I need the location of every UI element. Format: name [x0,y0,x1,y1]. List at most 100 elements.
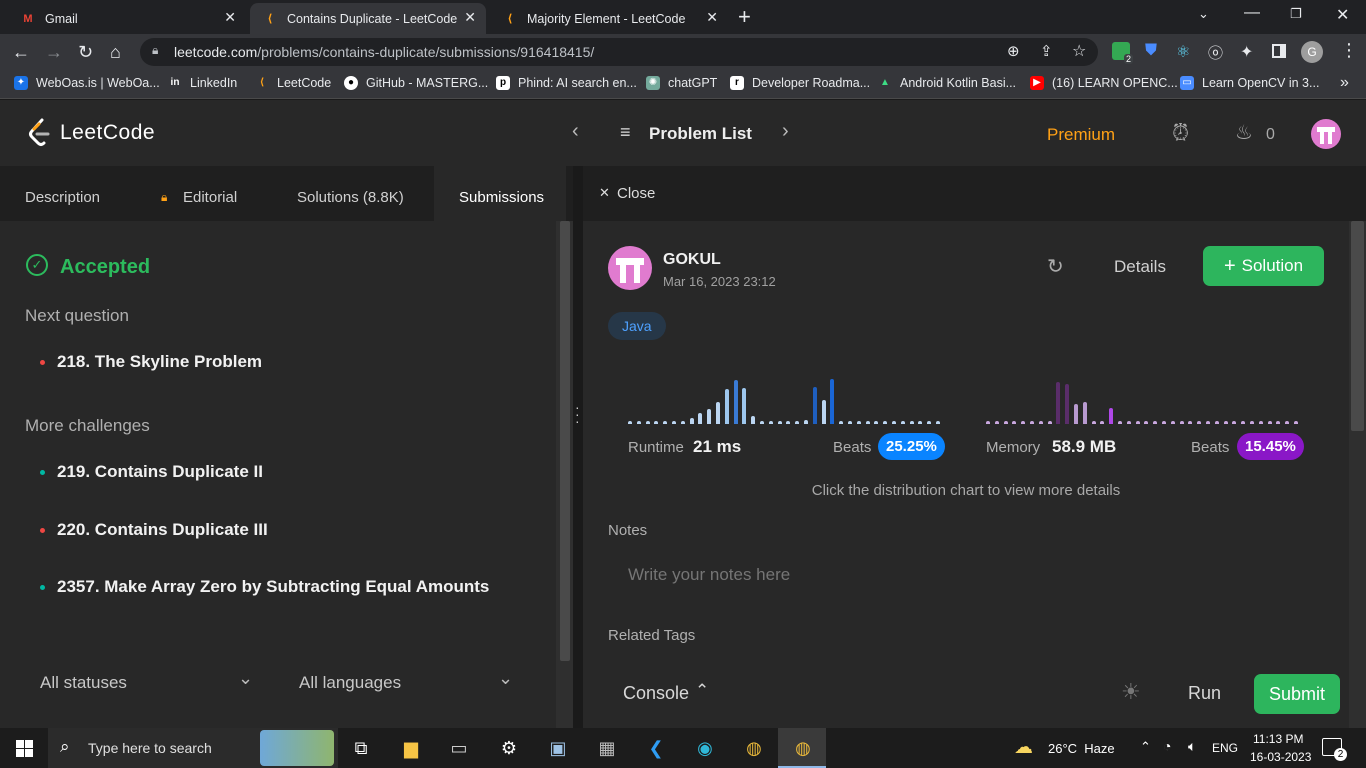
run-button[interactable]: Run [1188,683,1221,704]
challenge-item[interactable]: 2357. Make Array Zero by Subtracting Equ… [40,577,489,597]
details-link[interactable]: Details [1114,257,1166,277]
task-view-icon[interactable]: ⧉ [348,736,374,760]
tray-chevron-icon[interactable]: ⌃ [1140,739,1151,755]
bookmark-roadmap[interactable]: r Developer Roadma... [730,76,870,90]
list-icon[interactable]: ≡ [620,122,631,143]
share-link-icon[interactable]: ↻ [1047,254,1064,279]
puzzle-icon[interactable]: ✦ [1240,42,1253,62]
vpn-extension-icon[interactable]: ⛊ [1145,42,1157,60]
bookmark-linkedin[interactable]: in LinkedIn [168,76,238,90]
tab-search-icon[interactable]: ⌄ [1198,6,1209,22]
taskbar-search-box[interactable]: ⌕ Type here to search [48,728,338,768]
back-icon[interactable]: ← [12,42,30,62]
challenge-item[interactable]: 220. Contains Duplicate III [40,520,268,540]
profile-avatar[interactable]: G [1301,41,1323,63]
tab-solutions[interactable]: Solutions (8.8K) [297,166,404,221]
file-explorer-icon[interactable]: ▆ [398,736,424,760]
close-button[interactable]: Close [617,185,655,202]
weather-icon[interactable]: ☁ [1014,736,1033,759]
logo-text[interactable]: LeetCode [60,121,155,145]
bookmark-weboasis[interactable]: ✦ WebOas.is | WebOa... [14,76,160,90]
bookmark-github[interactable]: ● GitHub - MASTERG... [344,76,488,90]
panel-resizer[interactable]: · · · [573,166,583,728]
bookmarks-more[interactable]: » [1340,74,1349,92]
windows-start-icon[interactable] [16,740,33,757]
prev-problem-icon[interactable]: ‹ [572,120,579,143]
owl-extension-icon[interactable]: ⓞ [1208,42,1223,63]
zoom-icon[interactable]: ⊕ [1007,42,1020,60]
leetcode-logo-icon[interactable] [28,118,52,148]
chevron-down-icon[interactable]: ⌄ [238,668,253,689]
chevron-down-icon[interactable]: ⌄ [498,668,513,689]
language-indicator[interactable]: ENG [1212,741,1238,755]
user-avatar[interactable] [608,246,652,290]
user-avatar[interactable] [1311,119,1341,149]
volume-icon[interactable]: 🔈︎ [1188,738,1196,755]
tab-gmail[interactable]: M Gmail ✕ [8,3,246,34]
bookmark-chatgpt[interactable]: ✺ chatGPT [646,76,717,90]
close-tab-icon[interactable]: ✕ [464,9,476,26]
notes-input[interactable] [608,555,1324,595]
problem-list-link[interactable]: Problem List [649,124,752,144]
console-toggle[interactable]: Console [623,683,689,704]
runtime-distribution-chart[interactable] [628,376,948,424]
wifi-icon[interactable]: ◔ [1163,738,1171,754]
language-tag[interactable]: Java [608,312,666,340]
tab-majority-element[interactable]: ⟨ Majority Element - LeetCode ✕ [490,3,728,34]
right-scrollbar[interactable] [1349,221,1366,728]
close-tab-icon[interactable]: ✕ [706,9,718,26]
bookmarks-bar: ✦ WebOas.is | WebOa... in LinkedIn ⟨ LeetCo… [0,70,1366,99]
solution-button[interactable]: + Solution [1203,246,1324,286]
edge-icon[interactable]: ◉ [692,736,718,760]
alarm-clock-icon[interactable]: ⏰︎ [1172,120,1189,146]
bookmark-android[interactable]: ▲ Android Kotlin Basi... [878,76,1016,90]
vscode-icon[interactable]: ❮ [643,736,669,760]
tab-description[interactable]: Description [25,166,100,221]
tab-contains-duplicate[interactable]: ⟨ Contains Duplicate - LeetCode ✕ [250,3,486,34]
sidepanel-icon[interactable] [1272,44,1286,58]
tab-submissions[interactable]: Submissions [434,166,566,221]
weather-text[interactable]: 26°C Haze [1048,741,1115,756]
status-filter-dropdown[interactable]: All statuses [40,673,127,693]
clock-date[interactable]: 16-03-2023 [1250,750,1311,764]
menu-dots-icon[interactable]: ⋮ [1340,40,1358,61]
restore-icon[interactable]: ❐ [1290,6,1302,22]
next-question-item[interactable]: 218. The Skyline Problem [40,352,262,372]
forward-icon[interactable]: → [45,42,63,62]
remote-desktop-icon[interactable]: ▣ [545,736,571,760]
bookmark-opencv[interactable]: ▭ Learn OpenCV in 3... [1180,76,1319,90]
fire-icon[interactable]: ♨ [1235,120,1253,145]
bookmark-leetcode[interactable]: ⟨ LeetCode [255,76,332,90]
reload-icon[interactable]: ↻ [78,42,93,62]
home-icon[interactable]: ⌂ [110,42,121,62]
challenge-item[interactable]: 219. Contains Duplicate II [40,462,263,482]
language-filter-dropdown[interactable]: All languages [299,673,401,693]
calculator-icon[interactable]: ▦ [594,736,620,760]
bookmark-star-icon[interactable]: ☆ [1072,41,1086,61]
settings-gear-icon[interactable]: ⚙ [496,736,522,760]
close-tab-icon[interactable]: ✕ [224,9,236,26]
next-problem-icon[interactable]: › [782,120,789,143]
memory-distribution-chart[interactable] [986,376,1306,424]
chrome-profile-icon[interactable]: ◍ [790,736,816,760]
submit-button[interactable]: Submit [1254,674,1340,714]
chevron-up-icon[interactable]: ⌃ [695,681,709,701]
minimize-icon[interactable]: — [1244,4,1260,22]
username[interactable]: GOKUL [663,251,721,269]
react-extension-icon[interactable]: ⚛ [1176,42,1190,62]
clock-time[interactable]: 11:13 PM [1253,732,1303,746]
chrome-icon[interactable]: ◍ [741,736,767,760]
debug-bug-icon[interactable]: ☀ [1121,679,1141,705]
share-icon[interactable]: ⇪ [1040,42,1053,60]
close-window-icon[interactable]: ✕ [1336,5,1349,25]
bookmark-phind[interactable]: p Phind: AI search en... [496,76,637,90]
premium-link[interactable]: Premium [1047,125,1115,145]
close-icon[interactable]: ✕ [599,185,610,201]
new-tab-button[interactable]: + [738,4,751,30]
drag-handle-icon[interactable]: · · · [575,400,580,428]
bookmark-youtube[interactable]: ▶ (16) LEARN OPENC... [1030,76,1178,90]
left-scrollbar[interactable] [556,221,573,728]
tab-editorial[interactable]: Editorial [183,166,237,221]
terminal-icon[interactable]: ▭ [446,736,472,760]
url-bar[interactable]: 🔒︎ leetcode.com/problems/contains-duplic… [140,38,1098,66]
